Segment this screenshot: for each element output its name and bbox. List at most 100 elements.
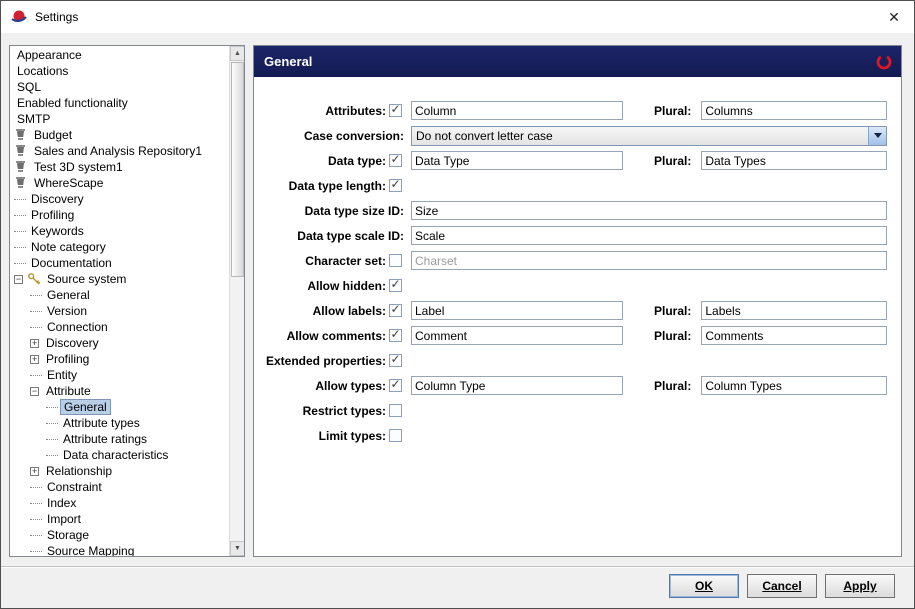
tree-item[interactable]: General	[10, 287, 229, 303]
tree-item[interactable]: General	[10, 399, 229, 415]
scroll-thumb[interactable]	[231, 62, 244, 277]
field-label: Attributes:	[325, 103, 386, 118]
tree-item[interactable]: Note category	[10, 239, 229, 255]
tree-item[interactable]: Entity	[10, 367, 229, 383]
allow-labels-checkbox[interactable]: ✓	[388, 303, 402, 317]
data-type-size-id-input[interactable]	[411, 201, 887, 220]
apply-button[interactable]: Apply	[825, 574, 895, 598]
tree-item-label: WhereScape	[34, 176, 104, 190]
attributes-plural-input[interactable]	[701, 101, 888, 120]
case-conversion-dropdown[interactable]: Do not convert letter case	[411, 125, 887, 146]
allow-comments-checkbox[interactable]: ✓	[388, 328, 402, 342]
data-type-checkbox[interactable]: ✓	[388, 153, 402, 167]
tree-scrollbar[interactable]: ▲ ▼	[229, 46, 244, 556]
tree-item[interactable]: − Source system	[10, 271, 229, 287]
allow-labels-plural-input[interactable]	[701, 301, 888, 320]
tree-item-label: Profiling	[46, 352, 90, 366]
tree-connector	[30, 534, 42, 536]
tree-item[interactable]: + Discovery	[10, 335, 229, 351]
tree-item-label: Locations	[17, 64, 69, 78]
tree-item-label: Enabled functionality	[17, 96, 128, 110]
allow-types-plural-input[interactable]	[701, 376, 888, 395]
tree-expander-minus-icon[interactable]: −	[14, 274, 23, 284]
tree-item[interactable]: Profiling	[10, 207, 229, 223]
tree-item[interactable]: Sales and Analysis Repository1	[10, 143, 229, 159]
tree-item-label: Attribute	[46, 384, 91, 398]
attributes-input[interactable]	[411, 101, 623, 120]
form-row: Limit types:	[254, 423, 901, 448]
tree-item[interactable]: WhereScape	[10, 175, 229, 191]
tree-item[interactable]: SMTP	[10, 111, 229, 127]
tree-item[interactable]: Attribute ratings	[10, 431, 229, 447]
tree-item[interactable]: Discovery	[10, 191, 229, 207]
data-type-plural-input[interactable]	[701, 151, 888, 170]
tree-item[interactable]: Attribute types	[10, 415, 229, 431]
tree-item[interactable]: Source Mapping	[10, 543, 229, 556]
tree-item[interactable]: SQL	[10, 79, 229, 95]
tree-connector	[14, 246, 26, 248]
tree-item[interactable]: Budget	[10, 127, 229, 143]
form-row: Data type length: ✓	[254, 173, 901, 198]
tree-item-label: Budget	[34, 128, 73, 142]
extended-properties-checkbox[interactable]: ✓	[388, 353, 402, 367]
tree-item[interactable]: Documentation	[10, 255, 229, 271]
plural-label: Plural:	[654, 328, 692, 343]
tree-item[interactable]: − Attribute	[10, 383, 229, 399]
repository-icon	[14, 160, 28, 174]
tree-connector	[30, 310, 42, 312]
character-set-input[interactable]	[411, 251, 887, 270]
tree-expander-plus-icon[interactable]: +	[30, 338, 39, 348]
tree-item-label: Entity	[47, 368, 78, 382]
tree-expander-plus-icon[interactable]: +	[30, 466, 39, 476]
tree-item[interactable]: Keywords	[10, 223, 229, 239]
tree-item-label: Relationship	[46, 464, 113, 478]
tree-item[interactable]: Connection	[10, 319, 229, 335]
tree-item[interactable]: Storage	[10, 527, 229, 543]
character-set-checkbox[interactable]	[388, 254, 402, 267]
tree-item[interactable]: Constraint	[10, 479, 229, 495]
chevron-down-icon	[873, 133, 882, 138]
tree-item[interactable]: + Profiling	[10, 351, 229, 367]
tree-item[interactable]: + Relationship	[10, 463, 229, 479]
allow-comments-input[interactable]	[411, 326, 623, 345]
tree-item-label: General	[47, 288, 90, 302]
close-button[interactable]: ✕	[874, 1, 914, 33]
tree-item-label: Discovery	[31, 192, 84, 206]
allow-hidden-checkbox[interactable]: ✓	[388, 278, 402, 292]
ok-button[interactable]: OK	[669, 574, 739, 598]
tree-item-label: Data characteristics	[63, 448, 169, 462]
tree-item[interactable]: Enabled functionality	[10, 95, 229, 111]
limit-types-checkbox[interactable]	[388, 429, 402, 442]
tree-item[interactable]: Test 3D system1	[10, 159, 229, 175]
page-title: General	[264, 54, 313, 69]
allow-types-input[interactable]	[411, 376, 623, 395]
tree-connector	[14, 262, 26, 264]
tree-item[interactable]: Locations	[10, 63, 229, 79]
tree-item[interactable]: Index	[10, 495, 229, 511]
plural-label: Plural:	[654, 153, 692, 168]
tree-item-label: Appearance	[17, 48, 82, 62]
attributes-checkbox[interactable]: ✓	[388, 103, 402, 117]
tree-item-label: Index	[47, 496, 77, 510]
allow-labels-input[interactable]	[411, 301, 623, 320]
allow-types-checkbox[interactable]: ✓	[388, 378, 402, 392]
tree-expander-minus-icon[interactable]: −	[30, 386, 39, 396]
data-type-input[interactable]	[411, 151, 623, 170]
tree-item[interactable]: Version	[10, 303, 229, 319]
tree-item[interactable]: Import	[10, 511, 229, 527]
allow-comments-plural-input[interactable]	[701, 326, 888, 345]
scroll-up-button[interactable]: ▲	[230, 46, 244, 61]
restrict-types-checkbox[interactable]	[388, 404, 402, 417]
field-label: Allow types:	[315, 378, 386, 393]
form-row: Data type size ID:	[254, 198, 901, 223]
tree-connector	[30, 326, 42, 328]
data-type-scale-id-input[interactable]	[411, 226, 887, 245]
tree-item[interactable]: Data characteristics	[10, 447, 229, 463]
tree-expander-plus-icon[interactable]: +	[30, 354, 39, 364]
data-type-length-checkbox[interactable]: ✓	[388, 178, 402, 192]
cancel-button[interactable]: Cancel	[747, 574, 817, 598]
tree-item[interactable]: Appearance	[10, 47, 229, 63]
dropdown-arrow-button[interactable]	[868, 126, 886, 145]
tree-item-label: Connection	[47, 320, 108, 334]
scroll-down-button[interactable]: ▼	[230, 541, 244, 556]
